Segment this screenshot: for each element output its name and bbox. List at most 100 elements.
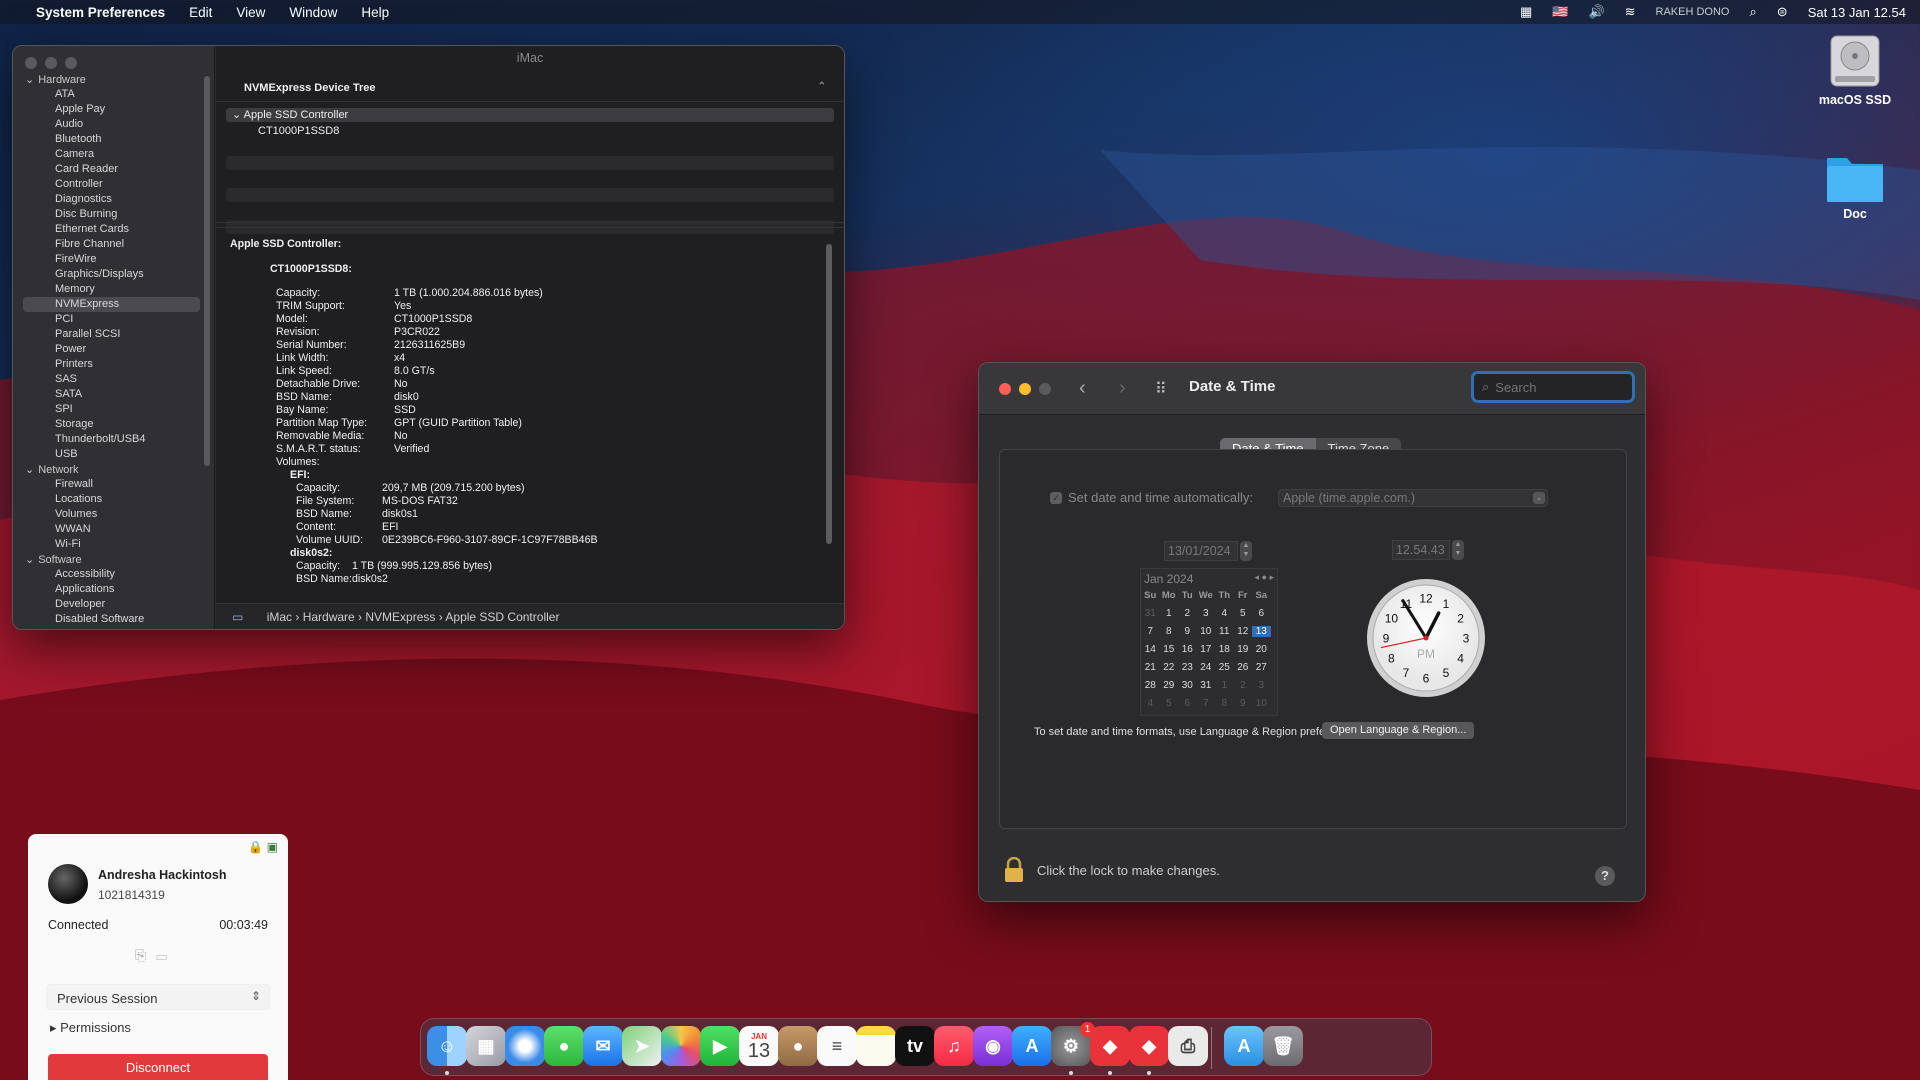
- facetime-icon[interactable]: ▶: [700, 1026, 740, 1066]
- sidebar-item[interactable]: Power: [13, 342, 214, 357]
- chevron-down-icon[interactable]: ⌄: [25, 73, 34, 86]
- sidebar-item[interactable]: Thunderbolt/USB4: [13, 432, 214, 447]
- back-icon[interactable]: ‹: [1079, 377, 1086, 399]
- chat-icon[interactable]: ▭: [156, 947, 177, 963]
- sidebar-item[interactable]: Memory: [13, 282, 214, 297]
- sidebar-item[interactable]: SPI: [13, 402, 214, 417]
- sidebar-item[interactable]: Camera: [13, 147, 214, 162]
- calendar-day[interactable]: 27: [1252, 662, 1271, 673]
- sidebar-item[interactable]: USB: [13, 447, 214, 462]
- calendar-day[interactable]: 26: [1234, 662, 1253, 673]
- sidebar-item[interactable]: FireWire: [13, 252, 214, 267]
- user-name[interactable]: RAKEH DONO: [1656, 6, 1730, 18]
- calendar-day[interactable]: 22: [1160, 662, 1179, 673]
- sidebar-group[interactable]: ⌄ Hardware: [13, 72, 214, 87]
- calendar-day[interactable]: 10: [1197, 626, 1216, 637]
- sidebar-group[interactable]: ⌄ Software: [13, 552, 214, 567]
- help-button[interactable]: ?: [1595, 866, 1615, 886]
- menubar-clock[interactable]: Sat 13 Jan 12.54: [1808, 5, 1906, 20]
- forward-icon[interactable]: ›: [1119, 377, 1126, 399]
- minimize-button[interactable]: [45, 57, 57, 69]
- notes-icon[interactable]: [856, 1026, 896, 1066]
- sidebar-item[interactable]: Disc Burning: [13, 207, 214, 222]
- permissions-toggle[interactable]: ▸ Permissions: [50, 1020, 131, 1036]
- anydesk-alt-icon[interactable]: ◆: [1129, 1026, 1169, 1066]
- sidebar-item[interactable]: SAS: [13, 372, 214, 387]
- sidebar-item[interactable]: Locations: [13, 492, 214, 507]
- search-icon[interactable]: ⌕: [1750, 4, 1757, 20]
- sidebar-item[interactable]: Storage: [13, 417, 214, 432]
- chevron-down-icon[interactable]: ⌄: [25, 553, 34, 566]
- calendar-day[interactable]: 4: [1141, 698, 1160, 709]
- search-input[interactable]: [1495, 379, 1606, 395]
- sidebar-group[interactable]: ⌄ Network: [13, 462, 214, 477]
- sidebar-item[interactable]: Apple Pay: [13, 102, 214, 117]
- calendar-day[interactable]: 18: [1215, 644, 1234, 655]
- sidebar-item[interactable]: Bluetooth: [13, 132, 214, 147]
- activity-monitor-icon[interactable]: ▦: [1520, 4, 1532, 20]
- sidebar-item[interactable]: Diagnostics: [13, 192, 214, 207]
- time-field[interactable]: 12.54.43: [1392, 540, 1450, 560]
- calendar-day[interactable]: 29: [1160, 680, 1179, 691]
- calendar-day[interactable]: 1: [1160, 608, 1179, 619]
- calendar-day[interactable]: 19: [1234, 644, 1253, 655]
- sidebar-item[interactable]: Disabled Software: [13, 612, 214, 627]
- close-button[interactable]: [999, 383, 1011, 395]
- calendar-day[interactable]: 13: [1252, 625, 1271, 637]
- calendar-day[interactable]: 8: [1160, 626, 1179, 637]
- calendar-day[interactable]: 4: [1215, 608, 1234, 619]
- photos-icon[interactable]: [661, 1026, 701, 1066]
- close-button[interactable]: [25, 57, 37, 69]
- minimize-button[interactable]: [1019, 383, 1031, 395]
- sidebar-item[interactable]: SATA: [13, 387, 214, 402]
- calendar-day[interactable]: 10: [1252, 698, 1271, 709]
- menu-app-name[interactable]: System Preferences: [36, 5, 165, 20]
- calendar-day[interactable]: 31: [1197, 680, 1216, 691]
- sidebar-item[interactable]: Firewall: [13, 477, 214, 492]
- maps-icon[interactable]: ➤: [622, 1026, 662, 1066]
- screen-share-icon[interactable]: ▣: [267, 840, 278, 854]
- tv-icon[interactable]: tv: [895, 1026, 935, 1066]
- calendar-day[interactable]: 5: [1160, 698, 1179, 709]
- menu-edit[interactable]: Edit: [189, 5, 212, 20]
- calendar-day[interactable]: 9: [1178, 626, 1197, 637]
- calendar-day[interactable]: 28: [1141, 680, 1160, 691]
- anydesk-icon[interactable]: ◆: [1090, 1026, 1130, 1066]
- sidebar-item[interactable]: Ethernet Cards: [13, 222, 214, 237]
- sidebar-item[interactable]: NVMExpress: [23, 297, 200, 312]
- calendar-icon[interactable]: JAN 13: [739, 1026, 779, 1066]
- calendar-day[interactable]: 15: [1160, 644, 1179, 655]
- chevron-down-icon[interactable]: ⌄: [232, 109, 241, 121]
- calendar-day[interactable]: 2: [1178, 608, 1197, 619]
- chevron-up-icon[interactable]: ⌃: [818, 81, 826, 92]
- calendar-day[interactable]: 21: [1141, 662, 1160, 673]
- desktop-icon-doc[interactable]: Doc: [1800, 148, 1910, 221]
- show-all-grid-icon[interactable]: ⠿: [1155, 379, 1167, 399]
- calendar-day[interactable]: 23: [1178, 662, 1197, 673]
- sidebar-item[interactable]: Audio: [13, 117, 214, 132]
- detail-scrollbar[interactable]: [826, 244, 832, 544]
- calendar-nav[interactable]: ◂ ● ▸: [1255, 572, 1274, 586]
- tree-row-controller[interactable]: ⌄ Apple SSD Controller: [226, 108, 834, 122]
- calendar-day[interactable]: 16: [1178, 644, 1197, 655]
- split-divider[interactable]: [216, 222, 844, 228]
- breadcrumb-path[interactable]: iMac › Hardware › NVMExpress › Apple SSD…: [267, 610, 560, 624]
- date-stepper[interactable]: ▲ ▼: [1240, 541, 1252, 561]
- calendar-day[interactable]: 1: [1215, 680, 1234, 691]
- sidebar-item[interactable]: Developer: [13, 597, 214, 612]
- flag-input-icon[interactable]: 🇺🇸: [1552, 4, 1568, 20]
- calendar-day[interactable]: 12: [1234, 626, 1253, 637]
- calendar-day[interactable]: 20: [1252, 644, 1271, 655]
- time-stepper[interactable]: ▲ ▼: [1452, 540, 1464, 560]
- safari-icon[interactable]: ⊕: [505, 1026, 545, 1066]
- finder-icon[interactable]: ☺: [427, 1026, 467, 1066]
- calendar-day[interactable]: 11: [1215, 626, 1234, 637]
- calendar-day[interactable]: 6: [1178, 698, 1197, 709]
- chevron-down-icon[interactable]: ⌄: [25, 463, 34, 476]
- file-transfer-icon[interactable]: ⎘: [135, 947, 156, 963]
- zoom-button[interactable]: [65, 57, 77, 69]
- calendar-day[interactable]: 9: [1234, 698, 1253, 709]
- calendar-day[interactable]: 30: [1178, 680, 1197, 691]
- sidebar-item[interactable]: Printers: [13, 357, 214, 372]
- mail-icon[interactable]: ✉: [583, 1026, 623, 1066]
